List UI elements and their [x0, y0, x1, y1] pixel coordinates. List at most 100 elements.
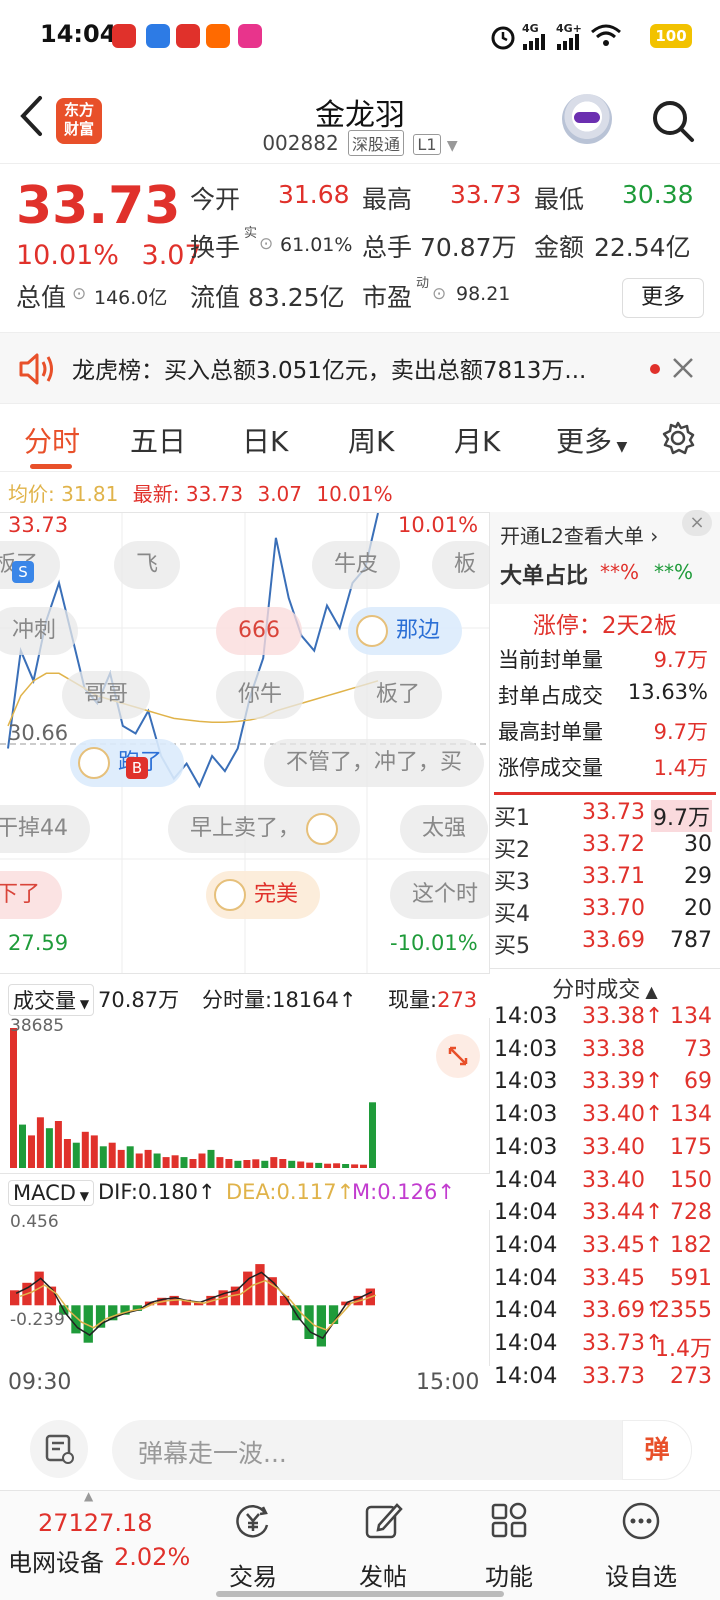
nav-post[interactable]: 发帖 [338, 1501, 428, 1592]
tab-weekly-k[interactable]: 周K [348, 420, 394, 460]
danmaku-bubble[interactable]: 你牛 [216, 671, 305, 719]
close-icon[interactable] [672, 357, 694, 379]
assistant-robot-icon[interactable] [562, 94, 612, 144]
app-icon [238, 24, 262, 48]
change-pct: 10.01% [16, 240, 119, 271]
expand-icon [448, 1046, 468, 1066]
danmaku-bubble[interactable]: 干掉44 [0, 805, 90, 853]
volume-bar [207, 1149, 215, 1168]
dragon-tiger-banner[interactable]: 龙虎榜：买入总额3.051亿元，卖出总额7813万... [0, 332, 720, 404]
period-tabs: 分时 五日 日K 周K 月K 更多 ▼ [0, 404, 720, 472]
volume-chart[interactable]: 38685 [0, 1016, 490, 1174]
sell-marker[interactable]: S [12, 561, 34, 583]
volume-bar [153, 1153, 161, 1168]
status-bar: 14:04 4G 4G+ 100 [0, 0, 720, 70]
comment-settings-button[interactable] [30, 1420, 88, 1478]
order-level-label: 买1 [494, 806, 530, 831]
tab-daily-k[interactable]: 日K [242, 420, 288, 460]
intraday-chart[interactable]: 33.73 10.01% 30.66 27.59 -10.01% 板了 飞 牛皮… [0, 512, 490, 974]
level-tag: L1 [413, 134, 441, 155]
latest-pct: 10.01% [316, 482, 393, 506]
danmaku-bubble[interactable]: 太强 [400, 805, 489, 853]
settings-gear-icon[interactable] [660, 420, 696, 456]
danmaku-bubble[interactable]: 这个时 [390, 871, 489, 919]
tab-monthly-k[interactable]: 月K [454, 420, 500, 460]
danmaku-bubble[interactable]: 下了 [0, 871, 63, 919]
seal-label: 涨停成交量 [498, 756, 603, 780]
tab-intraday[interactable]: 分时 [24, 420, 80, 460]
volume-bar [297, 1161, 305, 1168]
tick-price: 33.73↑ [582, 1331, 664, 1356]
danmaku-bubble[interactable]: 板了 [354, 671, 443, 719]
tick-volume: 73 [684, 1036, 712, 1062]
info-icon[interactable]: ⊙ [259, 234, 273, 254]
stock-code: 002882 [262, 131, 339, 155]
seal-label: 封单占成交 [498, 684, 603, 708]
signal-icon [557, 34, 579, 50]
chevron-down-icon[interactable]: ▼ [447, 138, 458, 154]
macd-chart[interactable]: 0.456 -0.239 [0, 1210, 490, 1366]
volume-label: 总手 [362, 233, 413, 262]
macd-indicator-select[interactable]: MACD ▼ [8, 1180, 94, 1206]
danmaku-bubble[interactable]: 不管了，冲了，买 [264, 739, 485, 787]
app-icon [176, 24, 200, 48]
nav-features[interactable]: 功能 [464, 1501, 554, 1592]
l2-link[interactable]: 开通L2查看大单 › [500, 520, 658, 549]
stock-code-line: 002882 深股通 L1 ▼ [0, 130, 720, 156]
danmaku-bubble[interactable]: 板 [432, 541, 489, 589]
buy-marker[interactable]: B [126, 757, 148, 779]
sector-name[interactable]: 电网设备 [8, 1543, 104, 1578]
search-icon[interactable] [650, 98, 696, 144]
latest-label: 最新: [132, 482, 180, 506]
volume-bar [261, 1160, 269, 1168]
nav-add-watchlist[interactable]: 设自选 [596, 1501, 686, 1592]
info-icon[interactable]: ⊙ [72, 284, 86, 304]
danmaku-toggle-button[interactable]: 弹 [622, 1420, 692, 1480]
volume-bar [234, 1160, 242, 1168]
macd-dea: DEA:0.117↑ [226, 1180, 355, 1204]
tick-volume: 69 [684, 1069, 712, 1095]
tab-more[interactable]: 更多 ▼ [556, 420, 627, 460]
sector-index-value[interactable]: 27127.18 [38, 1509, 153, 1537]
volume-bar [126, 1146, 134, 1168]
volume-chart-svg [10, 1028, 376, 1168]
speaker-icon [19, 353, 53, 385]
info-icon[interactable]: ⊙ [432, 284, 446, 304]
volume-indicator-select[interactable]: 成交量 ▼ [8, 984, 95, 1016]
danmaku-bubble[interactable]: 牛皮 [312, 541, 401, 589]
tick-volume: 591 [670, 1265, 712, 1291]
amount-label: 金额 [534, 233, 585, 262]
order-book-row: 买5 33.69 787 [494, 928, 716, 960]
danmaku-bubble[interactable]: 冲刺 [0, 607, 79, 655]
latest-change: 3.07 [257, 482, 302, 506]
close-icon[interactable]: × [682, 510, 712, 536]
taobao-icon [206, 24, 230, 48]
nav-post-label: 发帖 [359, 1563, 407, 1591]
volume-bar [135, 1153, 143, 1168]
more-quote-button[interactable]: 更多 [622, 278, 704, 318]
ticks-header[interactable]: 分时成交 ▲ [490, 972, 720, 1004]
danmaku-bubble[interactable]: 完美 [206, 871, 321, 919]
nav-trade[interactable]: 交易 [208, 1501, 298, 1592]
volume-max-label: 38685 [10, 1016, 65, 1036]
tab-five-day[interactable]: 五日 [130, 420, 186, 460]
current-volume: 现量:273 [388, 984, 477, 1014]
danmaku-input[interactable]: 弹幕走一波... 弹 [112, 1420, 692, 1480]
tick-volume-label: 分时量: [202, 988, 273, 1012]
price-change: 10.01% 3.07 [16, 240, 202, 271]
seal-row: 最高封单量 9.7万 [498, 716, 708, 746]
l2-promo[interactable]: 开通L2查看大单 › × 大单占比 **% **% [490, 510, 720, 604]
danmaku-bubble[interactable]: 666 [216, 607, 302, 655]
active-tab-indicator [30, 464, 72, 469]
order-book-row: 买4 33.70 20 [494, 896, 716, 928]
danmaku-bubble[interactable]: 早上卖了， [168, 805, 361, 853]
order-level-label: 买5 [494, 934, 530, 959]
expand-button[interactable] [436, 1034, 480, 1078]
danmaku-bubble[interactable]: 那边 [348, 607, 463, 655]
caret-up-icon: ▲ [84, 1489, 94, 1503]
danmaku-bubble[interactable]: 哥哥 [62, 671, 151, 719]
volume-bar [45, 1128, 53, 1168]
tick-price: 33.45 [582, 1265, 645, 1291]
pe-value: 98.21 [456, 283, 511, 305]
danmaku-bubble[interactable]: 飞 [114, 541, 181, 589]
